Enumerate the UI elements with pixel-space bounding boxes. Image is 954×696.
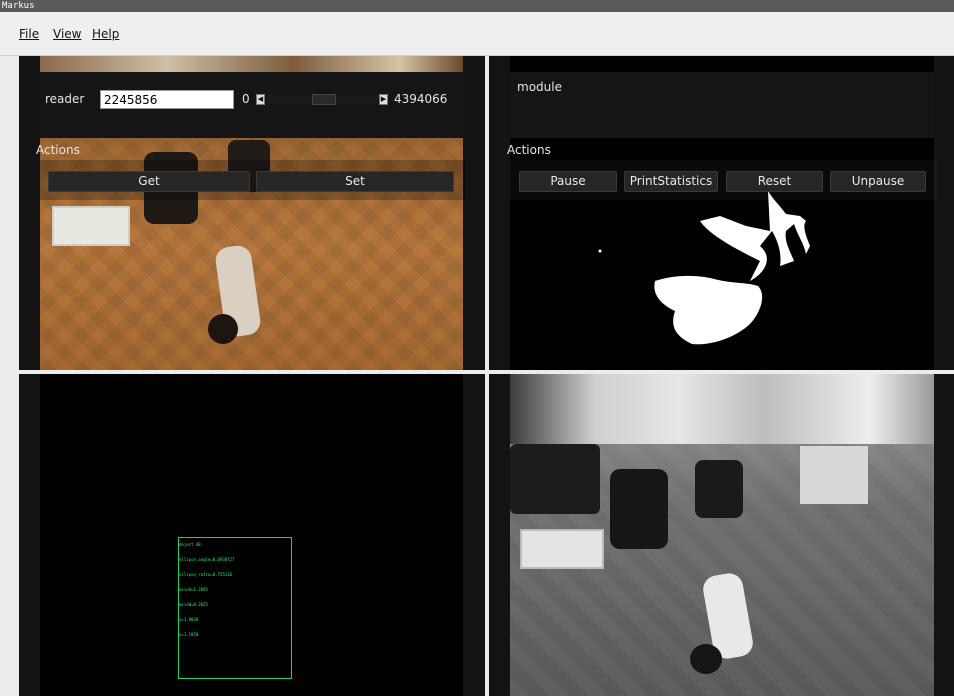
detection-line: ellipse_ratio=0.755136 xyxy=(179,572,232,577)
sofa-shape xyxy=(510,444,600,514)
menu-view[interactable]: View xyxy=(53,27,81,41)
person-head-shape xyxy=(208,314,238,344)
module-panel: module Actions Pause PrintStatistics Res… xyxy=(489,56,954,370)
range-max-label: 4394066 xyxy=(394,92,448,106)
get-button[interactable]: Get xyxy=(48,171,250,192)
frame-input[interactable]: 2245856 xyxy=(100,90,234,109)
fireplace-shape xyxy=(800,446,868,504)
detection-line: object 48 xyxy=(179,542,201,547)
reader-actions-label: Actions xyxy=(36,143,80,157)
armchair-shape-bw xyxy=(610,469,668,549)
print-statistics-button[interactable]: PrintStatistics xyxy=(624,171,718,192)
triangle-right-icon[interactable]: ▶ xyxy=(379,94,388,105)
glass-table-shape-bw xyxy=(520,529,604,569)
frame-slider-thumb[interactable] xyxy=(312,94,336,105)
menu-view-label: View xyxy=(53,27,82,41)
module-info-area xyxy=(510,72,934,138)
detection-line: x=1.9030 xyxy=(179,617,199,622)
video-top-strip xyxy=(40,56,463,72)
armchair-shape-bw-2 xyxy=(695,460,743,518)
reset-button[interactable]: Reset xyxy=(726,171,823,192)
detection-line: axisH=1.2095 xyxy=(179,587,208,592)
glass-table-shape xyxy=(52,206,130,246)
menu-file[interactable]: File xyxy=(19,27,39,41)
menu-bar: File View Help xyxy=(0,12,954,56)
module-actions-label: Actions xyxy=(507,143,551,157)
mask-noise-dot xyxy=(598,249,602,253)
reader-label: reader xyxy=(45,92,85,106)
detection-line: axisW=0.2025 xyxy=(179,602,208,607)
pause-button[interactable]: Pause xyxy=(519,171,617,192)
detection-info: object 48 ellipse_angle=0.6930727 ellips… xyxy=(179,532,234,647)
menu-file-label: File xyxy=(19,27,40,41)
triangle-left-icon[interactable]: ◀ xyxy=(256,94,265,105)
detection-line: y=1.1970 xyxy=(179,632,199,637)
menu-help-label: Help xyxy=(92,27,120,41)
range-min-label: 0 xyxy=(242,92,250,106)
window-title: Markus xyxy=(0,0,954,12)
detection-panel: object 48 ellipse_angle=0.6930727 ellips… xyxy=(19,374,485,696)
mask-blob-lower xyxy=(654,275,763,345)
set-button[interactable]: Set xyxy=(256,171,454,192)
unpause-button[interactable]: Unpause xyxy=(830,171,926,192)
detection-output: object 48 ellipse_angle=0.6930727 ellips… xyxy=(40,374,463,696)
room-back-wall xyxy=(510,374,934,444)
mask-blob-upper xyxy=(700,191,810,281)
reader-panel: reader 2245856 0 ◀ ▶ 4394066 Actions Get… xyxy=(19,56,485,370)
grayscale-panel xyxy=(489,374,954,696)
module-label: module xyxy=(517,80,562,94)
grayscale-video-frame xyxy=(510,374,934,696)
detection-line: ellipse_angle=0.6930727 xyxy=(179,557,235,562)
person-head-shape-bw xyxy=(690,644,722,674)
menu-help[interactable]: Help xyxy=(92,27,119,41)
